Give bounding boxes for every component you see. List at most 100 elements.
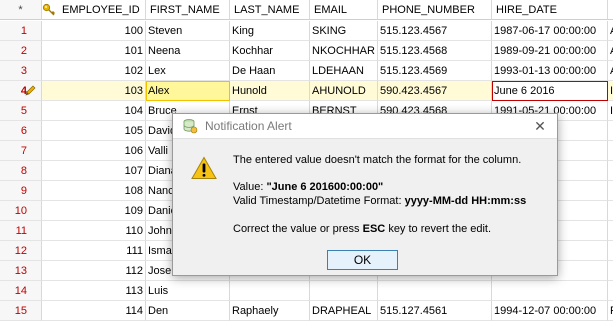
cell-employee-id[interactable]: 107 [42, 161, 146, 181]
cell-first-name[interactable]: Steven [146, 21, 230, 41]
cell-hire-date[interactable] [492, 281, 608, 301]
cell-hire-date[interactable]: 1993-01-13 00:00:00 [492, 61, 608, 81]
cell-next-column[interactable]: F [608, 301, 613, 321]
table-row[interactable]: 14 113 Luis [0, 281, 613, 302]
cell-last-name[interactable]: De Haan [230, 61, 310, 81]
cell-employee-id[interactable]: 112 [42, 261, 146, 281]
cell-employee-id[interactable]: 108 [42, 181, 146, 201]
cell-last-name[interactable]: Raphaely [230, 301, 310, 321]
row-number: 5 [0, 101, 42, 121]
row-number: 15 [0, 301, 42, 321]
cell-email[interactable]: AHUNOLD [310, 81, 378, 101]
cell-phone-number[interactable]: 515.123.4567 [378, 21, 492, 41]
cell-next-column[interactable] [608, 261, 613, 281]
cell-next-column[interactable] [608, 201, 613, 221]
column-header-hire-date[interactable]: HIRE_DATE [492, 0, 608, 20]
cell-first-name[interactable]: Alex [146, 81, 230, 101]
table-row[interactable]: 1 100 Steven King SKING 515.123.4567 1987-06-1… [0, 21, 613, 42]
cell-next-column[interactable] [608, 281, 613, 301]
table-row[interactable]: 4 103 Alex Hunold AHUNOLD 590.423.4567 June 6 … [0, 81, 613, 102]
notification-dialog: Notification Alert ✕ The entered value d… [172, 113, 558, 276]
row-number: 13 [0, 261, 42, 281]
grid-header: * EMPLOYEE_ID FIRST_NAME LAST_NAME EMAIL… [0, 0, 613, 21]
database-icon [183, 119, 198, 134]
row-number: 7 [0, 141, 42, 161]
cell-employee-id[interactable]: 110 [42, 221, 146, 241]
row-number: 11 [0, 221, 42, 241]
row-number: 12 [0, 241, 42, 261]
cell-next-column[interactable] [608, 221, 613, 241]
cell-employee-id[interactable]: 105 [42, 121, 146, 141]
hint-suffix: key to revert the edit. [388, 223, 492, 235]
cell-employee-id[interactable]: 100 [42, 21, 146, 41]
cell-phone-number[interactable]: 515.123.4569 [378, 61, 492, 81]
dialog-titlebar[interactable]: Notification Alert ✕ [173, 114, 557, 139]
cell-employee-id[interactable]: 111 [42, 241, 146, 261]
cell-phone-number[interactable]: 515.127.4561 [378, 301, 492, 321]
cell-last-name[interactable]: Kochhar [230, 41, 310, 61]
cell-hire-date[interactable]: 1989-09-21 00:00:00 [492, 41, 608, 61]
cell-first-name[interactable]: Neena [146, 41, 230, 61]
column-header-next[interactable] [608, 0, 613, 20]
row-number: 1 [0, 21, 42, 41]
cell-next-column[interactable] [608, 181, 613, 201]
cell-employee-id[interactable]: 109 [42, 201, 146, 221]
dialog-message: The entered value doesn't match the form… [233, 154, 522, 166]
cell-next-column[interactable]: I [608, 101, 613, 121]
cell-last-name[interactable] [230, 281, 310, 301]
pencil-icon [25, 85, 36, 96]
column-label: EMPLOYEE_ID [62, 4, 140, 16]
entered-value: "June 6 201600:00:00" [266, 181, 384, 193]
row-number: 6 [0, 121, 42, 141]
key-icon [42, 3, 55, 16]
cell-next-column[interactable]: A [608, 61, 613, 81]
cell-phone-number[interactable] [378, 281, 492, 301]
format-value: yyyy-MM-dd HH:mm:ss [404, 195, 527, 207]
ok-button[interactable]: OK [327, 250, 398, 270]
cell-first-name[interactable]: Lex [146, 61, 230, 81]
cell-next-column[interactable] [608, 161, 613, 181]
cell-phone-number[interactable]: 590.423.4567 [378, 81, 492, 101]
row-number: 14 [0, 281, 42, 301]
cell-next-column[interactable]: A [608, 21, 613, 41]
cell-last-name[interactable]: Hunold [230, 81, 310, 101]
cell-employee-id[interactable]: 114 [42, 301, 146, 321]
column-header-email[interactable]: EMAIL [310, 0, 378, 20]
close-icon[interactable]: ✕ [531, 114, 549, 138]
cell-next-column[interactable]: A [608, 41, 613, 61]
rownum-header[interactable]: * [0, 0, 42, 20]
cell-next-column[interactable]: I [608, 81, 613, 101]
cell-employee-id[interactable]: 102 [42, 61, 146, 81]
cell-first-name[interactable]: Luis [146, 281, 230, 301]
hint-prefix: Correct the value or press [233, 223, 360, 235]
cell-next-column[interactable] [608, 141, 613, 161]
cell-employee-id[interactable]: 103 [42, 81, 146, 101]
cell-next-column[interactable] [608, 121, 613, 141]
table-row[interactable]: 2 101 Neena Kochhar NKOCHHAR 515.123.4568 1989… [0, 41, 613, 62]
cell-employee-id[interactable]: 113 [42, 281, 146, 301]
table-row[interactable]: 15 114 Den Raphaely DRAPHEAL 515.127.4561 1994… [0, 301, 613, 322]
cell-employee-id[interactable]: 104 [42, 101, 146, 121]
format-line: Valid Timestamp/Datetime Format: yyyy-MM… [233, 195, 526, 207]
cell-hire-date[interactable]: 1987-06-17 00:00:00 [492, 21, 608, 41]
cell-employee-id[interactable]: 101 [42, 41, 146, 61]
column-header-last-name[interactable]: LAST_NAME [230, 0, 310, 20]
cell-hire-date[interactable]: 1994-12-07 00:00:00 [492, 301, 608, 321]
cell-hire-date[interactable]: June 6 2016 [492, 81, 608, 101]
cell-email[interactable]: DRAPHEAL [310, 301, 378, 321]
value-label: Value: [233, 181, 264, 193]
cell-phone-number[interactable]: 515.123.4568 [378, 41, 492, 61]
cell-last-name[interactable]: King [230, 21, 310, 41]
table-row[interactable]: 3 102 Lex De Haan LDEHAAN 515.123.4569 1993-01… [0, 61, 613, 82]
cell-email[interactable]: LDEHAAN [310, 61, 378, 81]
column-header-employee-id[interactable]: EMPLOYEE_ID [42, 0, 146, 20]
cell-next-column[interactable] [608, 241, 613, 261]
column-header-first-name[interactable]: FIRST_NAME [146, 0, 230, 20]
cell-employee-id[interactable]: 106 [42, 141, 146, 161]
cell-email[interactable]: NKOCHHAR [310, 41, 378, 61]
column-header-phone-number[interactable]: PHONE_NUMBER [378, 0, 492, 20]
cell-email[interactable] [310, 281, 378, 301]
cell-first-name[interactable]: Den [146, 301, 230, 321]
cell-email[interactable]: SKING [310, 21, 378, 41]
warning-icon [191, 156, 217, 179]
